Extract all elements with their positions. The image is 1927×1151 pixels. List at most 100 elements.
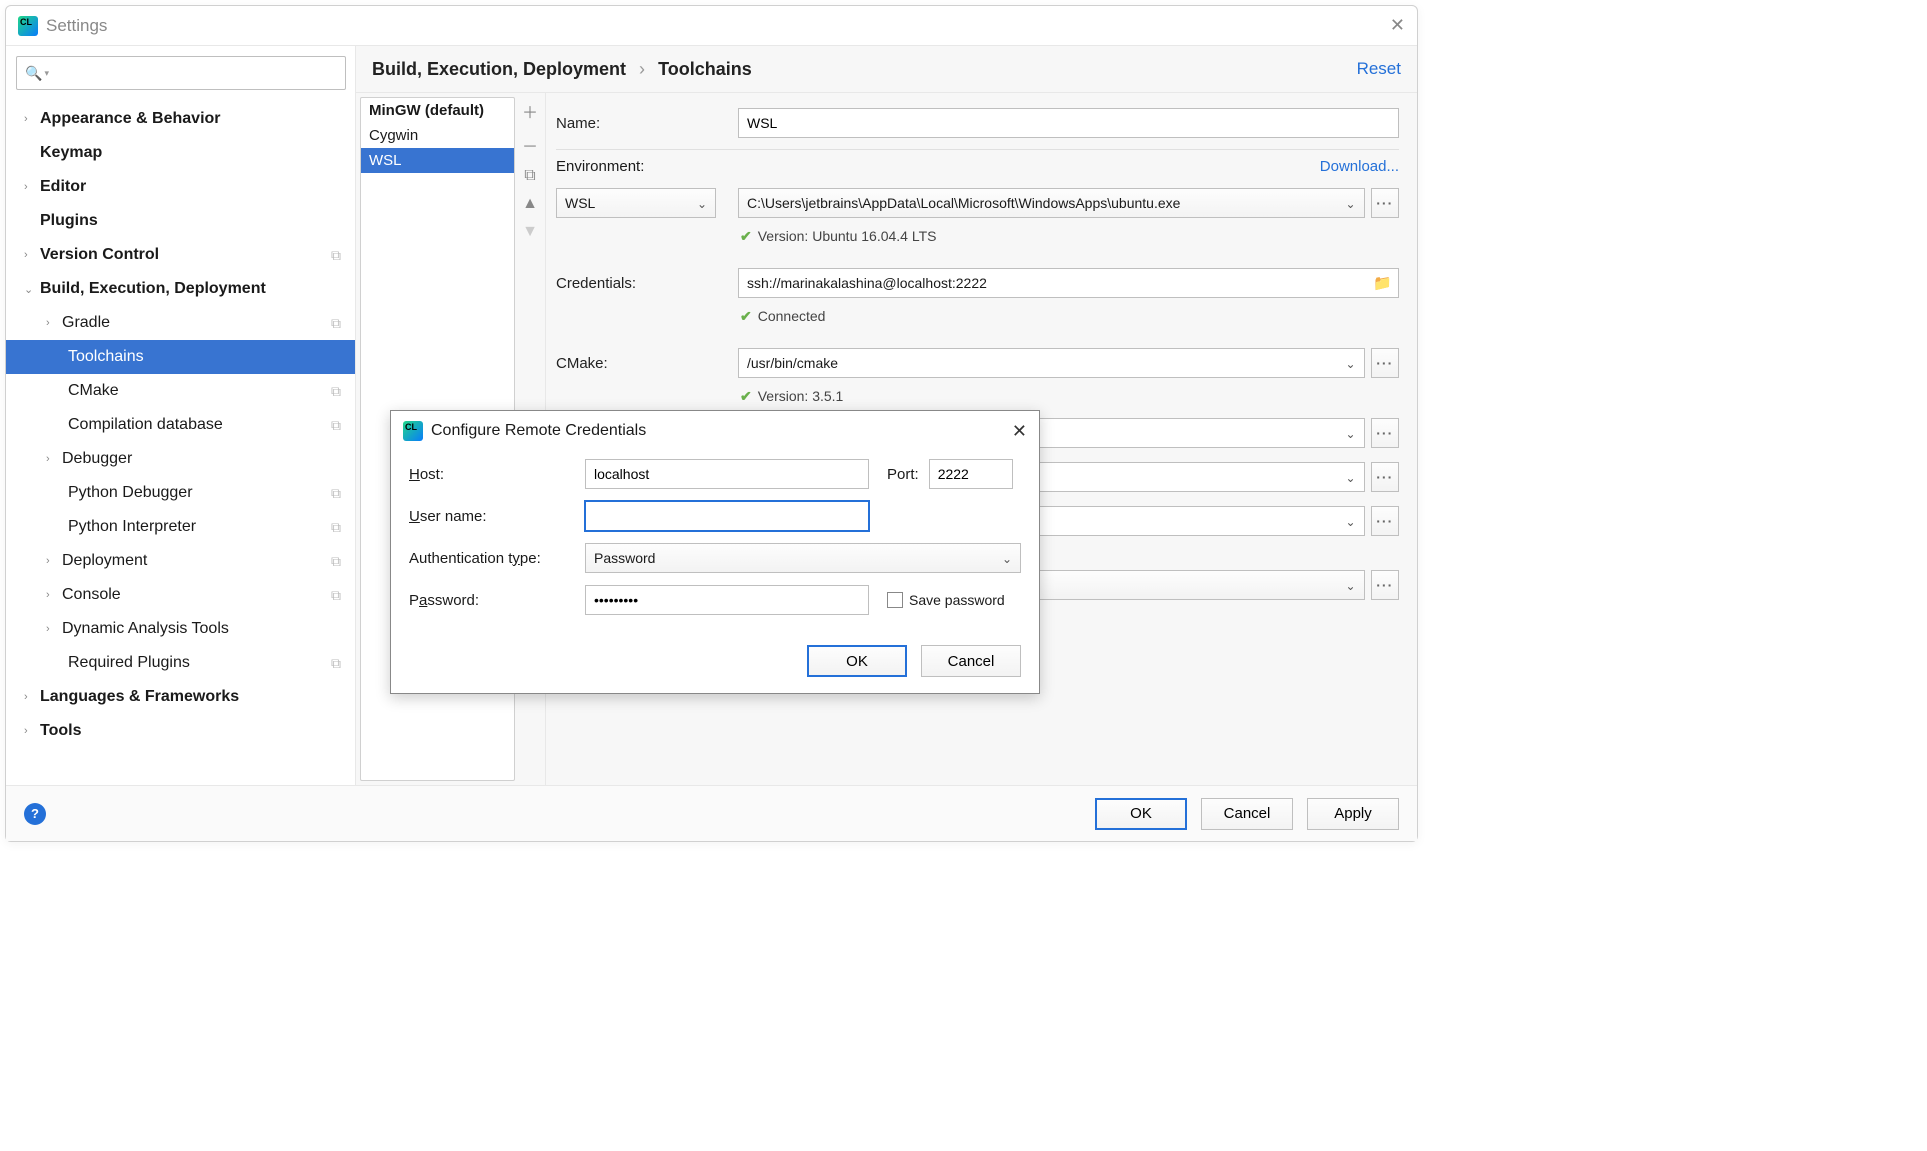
bottom-bar: ? OK Cancel Apply bbox=[6, 785, 1417, 841]
chevron-down-icon: ▾ bbox=[44, 68, 49, 79]
dialog-buttons: OK Cancel bbox=[391, 641, 1039, 693]
toolchain-item-wsl[interactable]: WSL bbox=[361, 148, 514, 173]
sidebar-item-toolchains[interactable]: Toolchains bbox=[6, 340, 355, 374]
copy-icon[interactable]: ⧉ bbox=[331, 485, 341, 502]
chevron-down-icon: ⌄ bbox=[1345, 357, 1355, 371]
port-input[interactable] bbox=[929, 459, 1013, 489]
sidebar-item-reqplugins[interactable]: Required Plugins⧉ bbox=[6, 646, 355, 680]
copy-icon[interactable]: ⧉ bbox=[331, 553, 341, 570]
sidebar-item-langs[interactable]: ›Languages & Frameworks bbox=[6, 680, 355, 714]
username-input[interactable] bbox=[585, 501, 869, 531]
add-icon[interactable]: ＋ bbox=[522, 99, 538, 123]
name-label: Name: bbox=[556, 115, 738, 132]
chevron-down-icon: ⌄ bbox=[1002, 552, 1012, 566]
browse-button[interactable]: ··· bbox=[1371, 348, 1400, 378]
browse-button[interactable]: ··· bbox=[1371, 570, 1400, 600]
sidebar-item-deployment[interactable]: ›Deployment⧉ bbox=[6, 544, 355, 578]
cancel-button[interactable]: Cancel bbox=[1201, 798, 1293, 830]
toolchain-item-cygwin[interactable]: Cygwin bbox=[361, 123, 514, 148]
app-icon bbox=[403, 421, 423, 441]
sidebar-item-cmake[interactable]: CMake⧉ bbox=[6, 374, 355, 408]
cred-label: Credentials: bbox=[556, 275, 738, 292]
copy-icon[interactable]: ⧉ bbox=[331, 587, 341, 604]
close-icon[interactable]: ✕ bbox=[1012, 421, 1027, 442]
settings-tree: ›Appearance & Behavior Keymap ›Editor Pl… bbox=[6, 96, 355, 748]
sidebar-item-plugins[interactable]: Plugins bbox=[6, 204, 355, 238]
sidebar-item-pyint[interactable]: Python Interpreter⧉ bbox=[6, 510, 355, 544]
move-down-icon[interactable]: ▼ bbox=[522, 223, 538, 241]
titlebar: Settings ✕ bbox=[6, 6, 1417, 46]
chevron-down-icon: ⌄ bbox=[1345, 515, 1355, 529]
env-status: ✔Version: Ubuntu 16.04.4 LTS bbox=[556, 223, 1399, 249]
chevron-right-icon: › bbox=[46, 555, 56, 567]
sidebar-item-debugger[interactable]: ›Debugger bbox=[6, 442, 355, 476]
sidebar-item-keymap[interactable]: Keymap bbox=[6, 136, 355, 170]
sidebar-item-gradle[interactable]: ›Gradle⧉ bbox=[6, 306, 355, 340]
browse-button[interactable]: ··· bbox=[1371, 418, 1400, 448]
copy-icon[interactable]: ⧉ bbox=[331, 417, 341, 434]
checkbox-icon bbox=[887, 592, 903, 608]
close-icon[interactable]: ✕ bbox=[1390, 15, 1405, 36]
chevron-right-icon: › bbox=[24, 181, 34, 193]
cred-status: ✔Connected bbox=[556, 303, 1399, 329]
apply-button[interactable]: Apply bbox=[1307, 798, 1399, 830]
reset-link[interactable]: Reset bbox=[1357, 59, 1401, 79]
sidebar-item-bed[interactable]: ⌄Build, Execution, Deployment bbox=[6, 272, 355, 306]
sidebar: 🔍▾ ›Appearance & Behavior Keymap ›Editor… bbox=[6, 46, 356, 785]
port-label: Port: bbox=[887, 466, 919, 483]
sidebar-item-vcs[interactable]: ›Version Control⧉ bbox=[6, 238, 355, 272]
divider bbox=[556, 149, 1399, 150]
dialog-title: Configure Remote Credentials bbox=[431, 422, 646, 440]
env-type-select[interactable]: WSL ⌄ bbox=[556, 188, 716, 218]
env-path-select[interactable]: C:\Users\jetbrains\AppData\Local\Microso… bbox=[738, 188, 1365, 218]
sidebar-item-compdb[interactable]: Compilation database⧉ bbox=[6, 408, 355, 442]
copy-icon[interactable]: ⧉ bbox=[331, 247, 341, 264]
sidebar-item-editor[interactable]: ›Editor bbox=[6, 170, 355, 204]
chevron-down-icon: ⌄ bbox=[697, 197, 707, 211]
copy-icon[interactable]: ⧉ bbox=[331, 519, 341, 536]
auth-type-select[interactable]: Password ⌄ bbox=[585, 543, 1021, 573]
cmake-label: CMake: bbox=[556, 355, 738, 372]
sidebar-item-appearance[interactable]: ›Appearance & Behavior bbox=[6, 102, 355, 136]
chevron-right-icon: › bbox=[24, 249, 34, 261]
browse-button[interactable]: ··· bbox=[1371, 188, 1400, 218]
chevron-down-icon: ⌄ bbox=[24, 283, 34, 296]
remove-icon[interactable]: － bbox=[522, 133, 538, 157]
app-icon bbox=[18, 16, 38, 36]
download-link[interactable]: Download... bbox=[1320, 158, 1399, 175]
sidebar-item-console[interactable]: ›Console⧉ bbox=[6, 578, 355, 612]
toolchain-item-mingw[interactable]: MinGW (default) bbox=[361, 98, 514, 123]
copy-icon[interactable]: ⧉ bbox=[331, 383, 341, 400]
credentials-dialog: Configure Remote Credentials ✕ Host: Por… bbox=[390, 410, 1040, 694]
copy-icon[interactable]: ⧉ bbox=[331, 655, 341, 672]
search-input[interactable]: 🔍▾ bbox=[16, 56, 346, 90]
copy-icon[interactable]: ⧉ bbox=[331, 315, 341, 332]
host-input[interactable] bbox=[585, 459, 869, 489]
ok-button[interactable]: OK bbox=[807, 645, 907, 677]
save-password-checkbox[interactable]: Save password bbox=[887, 592, 1005, 608]
folder-icon[interactable]: 📁 bbox=[1373, 274, 1392, 292]
chevron-down-icon: ⌄ bbox=[1345, 471, 1355, 485]
cancel-button[interactable]: Cancel bbox=[921, 645, 1021, 677]
move-up-icon[interactable]: ▲ bbox=[522, 195, 538, 213]
password-input[interactable] bbox=[585, 585, 869, 615]
help-icon[interactable]: ? bbox=[24, 803, 46, 825]
chevron-right-icon: › bbox=[24, 725, 34, 737]
browse-button[interactable]: ··· bbox=[1371, 506, 1400, 536]
chevron-right-icon: › bbox=[24, 113, 34, 125]
chevron-right-icon: › bbox=[46, 589, 56, 601]
browse-button[interactable]: ··· bbox=[1371, 462, 1400, 492]
password-label: Password: bbox=[409, 592, 585, 609]
sidebar-item-pydbg[interactable]: Python Debugger⧉ bbox=[6, 476, 355, 510]
check-icon: ✔ bbox=[740, 308, 752, 325]
breadcrumb: Build, Execution, Deployment › Toolchain… bbox=[372, 59, 752, 80]
name-input[interactable] bbox=[738, 108, 1399, 138]
check-icon: ✔ bbox=[740, 228, 752, 245]
cmake-input[interactable]: /usr/bin/cmake ⌄ bbox=[738, 348, 1365, 378]
ok-button[interactable]: OK bbox=[1095, 798, 1187, 830]
sidebar-item-tools[interactable]: ›Tools bbox=[6, 714, 355, 748]
copy-icon[interactable]: ⧉ bbox=[524, 167, 535, 185]
credentials-field[interactable]: ssh://marinakalashina@localhost:2222 📁 bbox=[738, 268, 1399, 298]
host-label: Host: bbox=[409, 466, 585, 483]
sidebar-item-dat[interactable]: ›Dynamic Analysis Tools bbox=[6, 612, 355, 646]
